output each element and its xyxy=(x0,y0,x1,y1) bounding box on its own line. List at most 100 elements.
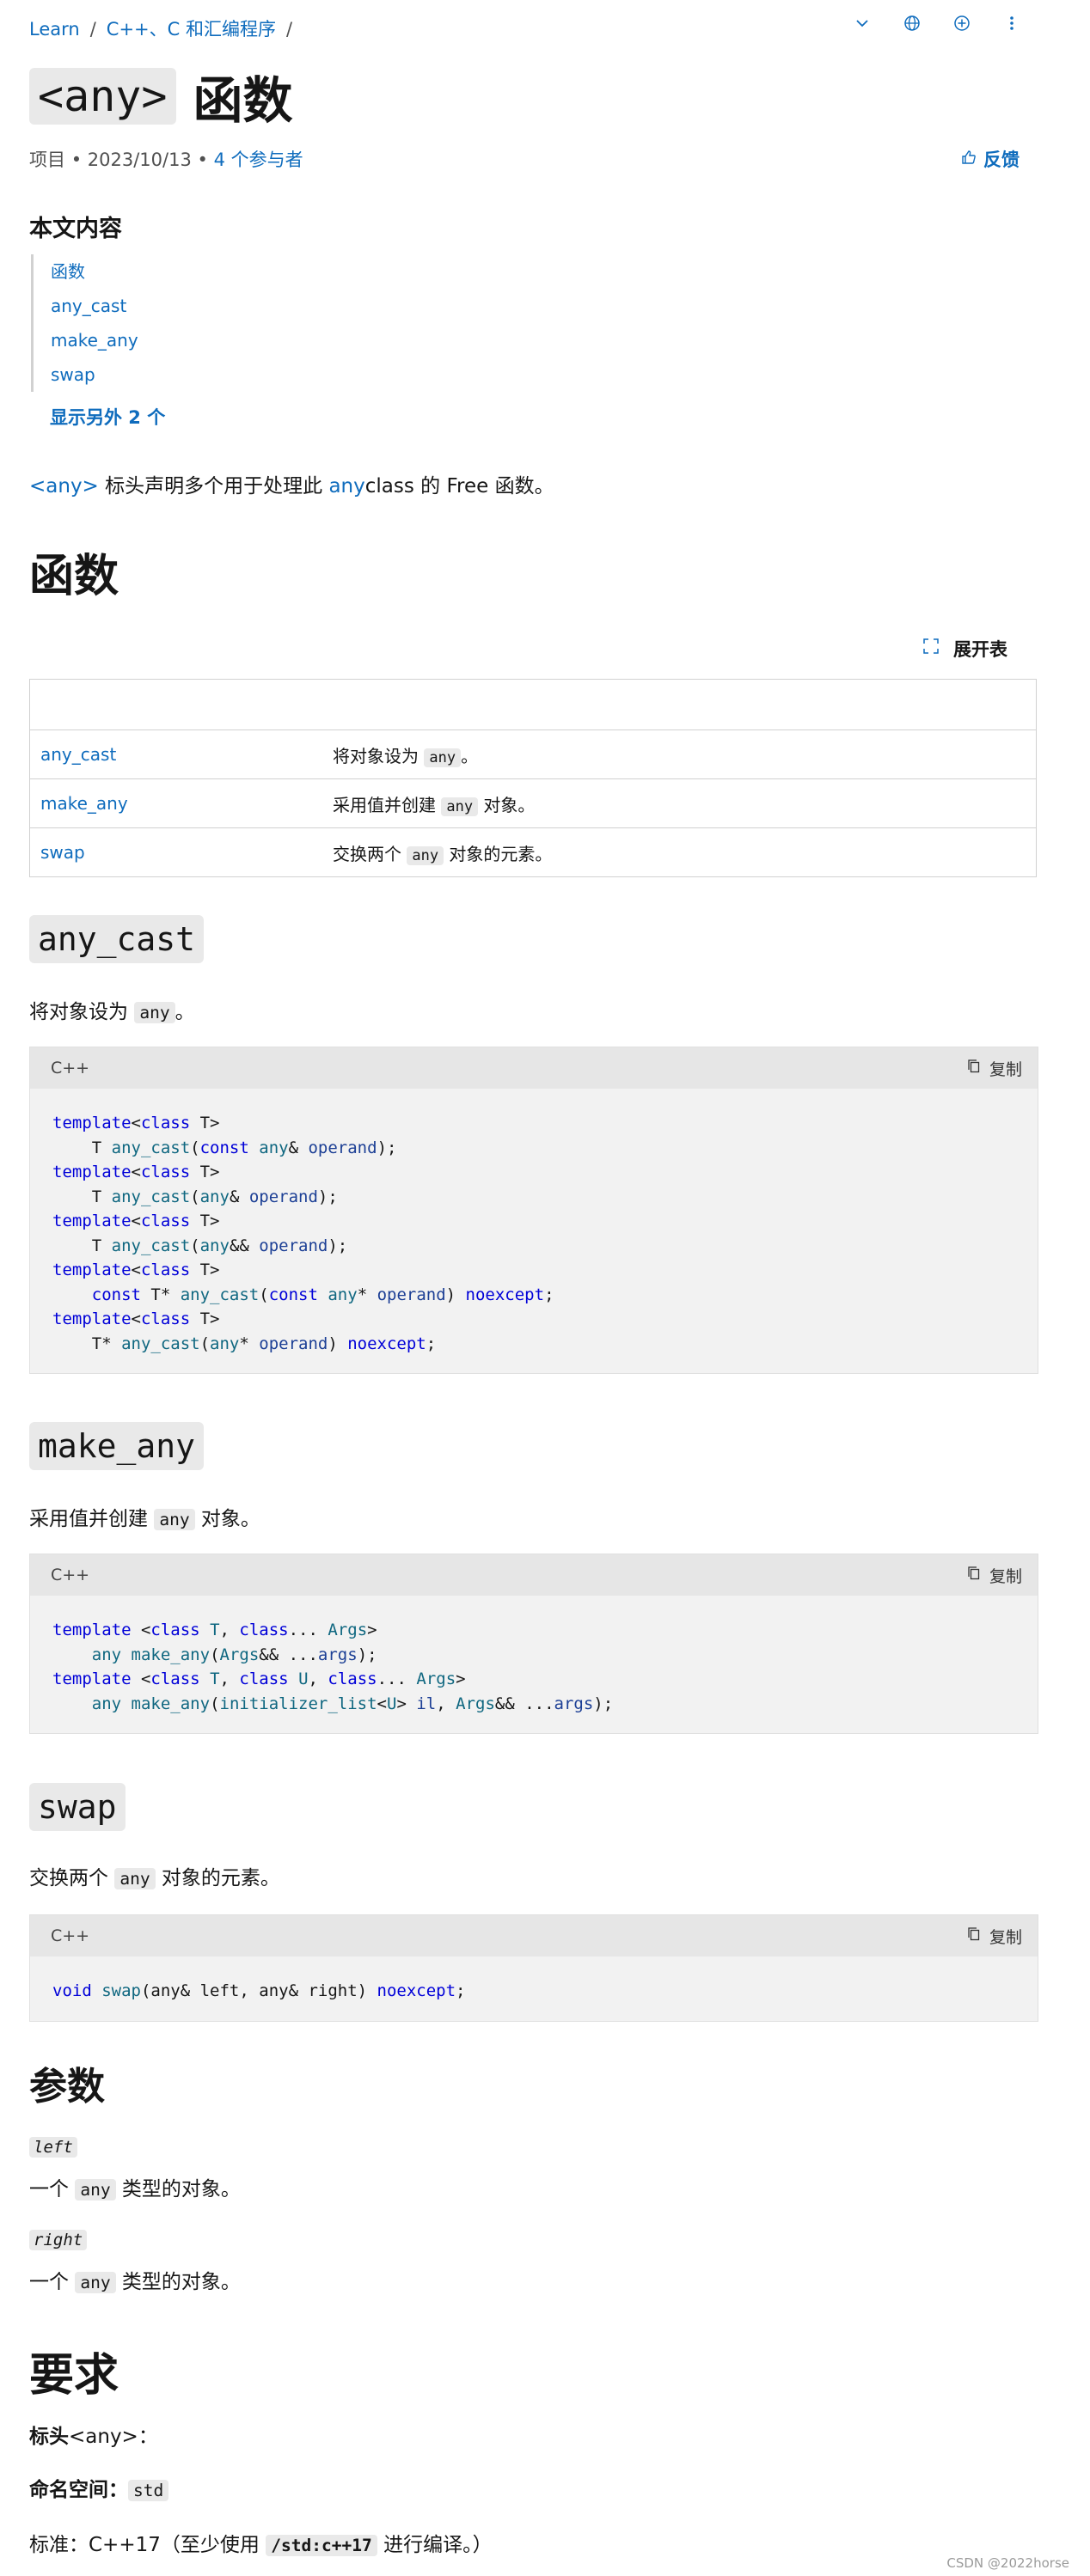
functions-table: any_cast 将对象设为 any。 make_any 采用值并创建 any … xyxy=(29,679,1037,877)
desc-text: 一个 xyxy=(29,2178,76,2201)
expand-table-label: 展开表 xyxy=(953,639,1007,660)
toc-item-any-cast[interactable]: any_cast xyxy=(51,289,138,323)
desc-code: any xyxy=(441,797,479,816)
breadcrumb-sep: / xyxy=(89,19,96,40)
copy-label: 复制 xyxy=(989,1566,1022,1586)
any-header-link[interactable]: <any> xyxy=(29,475,99,497)
copy-button[interactable]: 复制 xyxy=(967,1564,1022,1587)
toc-item-swap[interactable]: swap xyxy=(51,357,138,392)
desc-code: any xyxy=(75,2272,116,2293)
req-value: std xyxy=(128,2480,169,2501)
chevron-down-icon[interactable] xyxy=(853,14,872,33)
desc-text: 将对象设为 xyxy=(333,745,425,766)
toc-item-functions[interactable]: 函数 xyxy=(51,254,138,289)
param-left-name: left xyxy=(29,2137,77,2158)
breadcrumb-cpp[interactable]: C++、C 和汇编程序 xyxy=(107,19,276,40)
table-row: swap 交换两个 any 对象的元素。 xyxy=(29,827,1037,877)
table-row-function-link[interactable]: swap xyxy=(29,827,322,877)
top-toolbar xyxy=(853,14,1021,33)
feedback-label: 反馈 xyxy=(983,150,1020,170)
article-meta: 项目 • 2023/10/13 • 4 个参与者 xyxy=(29,146,303,172)
table-row-function-link[interactable]: any_cast xyxy=(29,729,322,779)
desc-text: 交换两个 xyxy=(333,843,407,864)
toc-list: 函数 any_cast make_any swap xyxy=(31,254,138,392)
code-block-header: C++ 复制 xyxy=(30,1554,1038,1596)
code-block-any-cast: C++ 复制 template<class T> T any_cast(cons… xyxy=(29,1047,1038,1374)
meta-kind: 项目 xyxy=(29,150,65,170)
copy-label: 复制 xyxy=(989,1927,1022,1947)
toc-show-more-button[interactable]: 显示另外 2 个 xyxy=(50,404,165,430)
param-name: right xyxy=(29,2230,88,2250)
section-functions-heading: 函数 xyxy=(29,551,119,602)
meta-dot: • xyxy=(197,150,208,170)
make-any-description: 采用值并创建 any 对象。 xyxy=(29,1502,260,1531)
copy-label: 复制 xyxy=(989,1059,1022,1079)
desc-code: any xyxy=(407,845,444,865)
param-right-description: 一个 any 类型的对象。 xyxy=(29,2265,241,2294)
desc-text: 类型的对象。 xyxy=(115,2178,241,2201)
table-header-cell xyxy=(322,679,1037,730)
heading-code: make_any xyxy=(29,1422,205,1470)
code-language-label: C++ xyxy=(51,1566,90,1584)
heading-code: any_cast xyxy=(29,915,205,963)
desc-code: any xyxy=(134,1002,175,1023)
code-make-any: template <class T, class... Args> any ma… xyxy=(52,1621,614,1713)
toc-title: 本文内容 xyxy=(29,216,122,242)
desc-text: 类型的对象。 xyxy=(115,2271,241,2293)
any-class-link[interactable]: any xyxy=(328,475,364,497)
table-row-description: 将对象设为 any。 xyxy=(322,729,1037,779)
expand-icon xyxy=(922,638,940,660)
make-any-heading: make_any xyxy=(29,1422,205,1470)
req-text: 进行编译。） xyxy=(377,2534,493,2556)
requirements-namespace: 命名空间： std xyxy=(29,2473,169,2502)
code-language-label: C++ xyxy=(51,1059,90,1077)
desc-text: 对象的元素。 xyxy=(444,843,553,864)
feedback-button[interactable]: 反馈 xyxy=(961,146,1020,172)
desc-text: 对象。 xyxy=(478,794,536,815)
copy-button[interactable]: 复制 xyxy=(967,1057,1022,1080)
more-vertical-icon[interactable] xyxy=(1002,14,1021,33)
code-block-header: C++ 复制 xyxy=(30,1047,1038,1089)
table-row-function-link[interactable]: make_any xyxy=(29,778,322,828)
copy-icon xyxy=(967,1926,981,1946)
intro-text: 标头声明多个用于处理此 xyxy=(98,475,329,497)
copy-button[interactable]: 复制 xyxy=(967,1925,1022,1948)
req-code: /std:c++17 xyxy=(266,2535,377,2556)
requirements-heading: 要求 xyxy=(29,2350,119,2402)
desc-text: 交换两个 xyxy=(29,1867,115,1889)
intro-text: class 的 Free 函数。 xyxy=(364,475,554,497)
desc-code: any xyxy=(424,748,462,767)
desc-text: 采用值并创建 xyxy=(29,1508,155,1530)
table-header-row xyxy=(29,679,1037,730)
heading-code: swap xyxy=(29,1783,126,1831)
req-text: 标准：C++17（至少使用 xyxy=(29,2534,266,2556)
intro-paragraph: <any> 标头声明多个用于处理此 anyclass 的 Free 函数。 xyxy=(29,469,554,498)
table-row-description: 采用值并创建 any 对象。 xyxy=(322,778,1037,828)
contributors-link[interactable]: 4 个参与者 xyxy=(214,150,303,170)
copy-icon xyxy=(967,1059,981,1078)
requirements-standard: 标准：C++17（至少使用 /std:c++17 进行编译。） xyxy=(29,2528,493,2557)
thumbs-up-icon xyxy=(961,149,977,169)
table-row-description: 交换两个 any 对象的元素。 xyxy=(322,827,1037,877)
meta-date: 2023/10/13 xyxy=(87,150,192,170)
title-code: <any> xyxy=(29,68,176,125)
desc-code: any xyxy=(114,1868,156,1889)
breadcrumb-learn[interactable]: Learn xyxy=(29,19,80,40)
breadcrumb-sep: / xyxy=(285,19,293,40)
desc-code: any xyxy=(75,2179,116,2201)
expand-table-button[interactable]: 展开表 xyxy=(922,636,1007,662)
watermark: CSDN @2022horse xyxy=(946,2555,1069,2571)
breadcrumb: Learn / C++、C 和汇编程序 / xyxy=(29,15,303,41)
req-label: 标头 xyxy=(29,2426,69,2448)
globe-icon[interactable] xyxy=(903,14,922,33)
desc-text: 。 xyxy=(461,745,479,766)
add-circle-icon[interactable] xyxy=(952,14,971,33)
req-value: <any>： xyxy=(69,2426,158,2448)
param-name: left xyxy=(29,2137,77,2158)
code-block-header: C++ 复制 xyxy=(30,1915,1038,1956)
toc-item-make-any[interactable]: make_any xyxy=(51,323,138,357)
params-heading: 参数 xyxy=(29,2065,105,2109)
code-any-cast: template<class T> T any_cast(const any& … xyxy=(52,1114,554,1353)
desc-text: 对象。 xyxy=(194,1508,260,1530)
code-block-make-any: C++ 复制 template <class T, class... Args>… xyxy=(29,1554,1038,1734)
